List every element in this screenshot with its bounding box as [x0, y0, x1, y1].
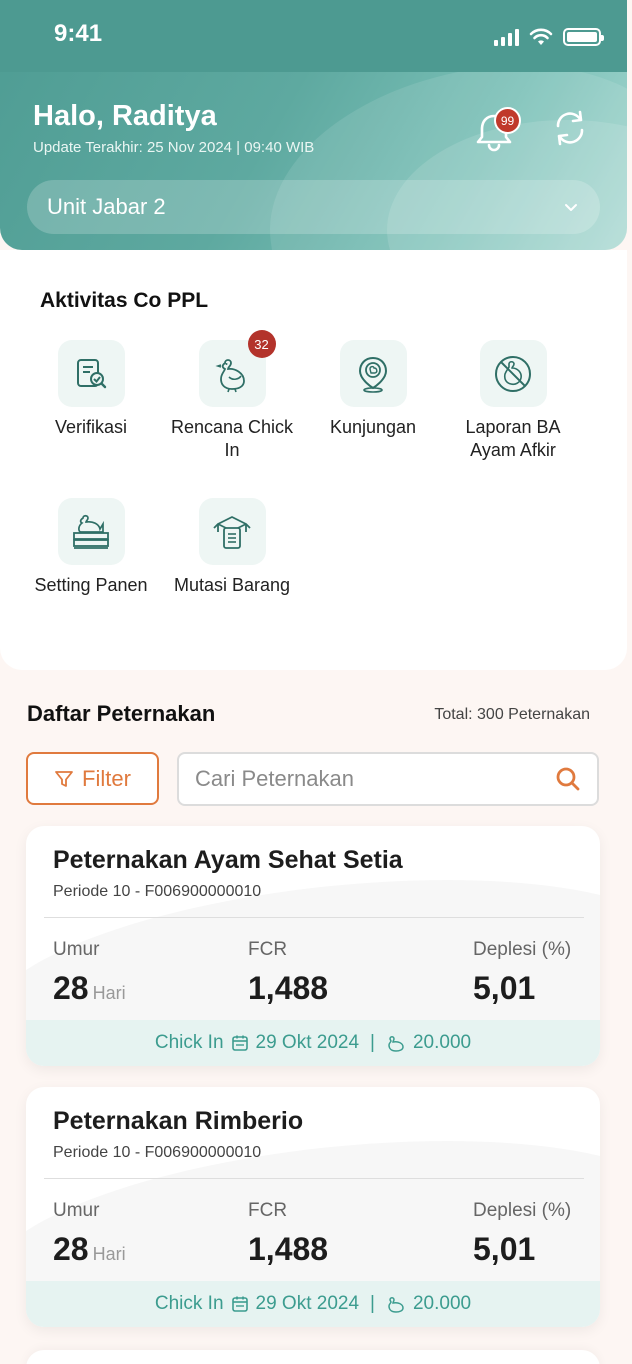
fcr-value: 1,488 — [248, 1231, 329, 1267]
search-icon[interactable] — [555, 766, 581, 792]
activity-item-setting-panen[interactable]: Setting Panen — [26, 498, 156, 597]
deplesi-value: 5,01 — [473, 970, 536, 1006]
chevron-down-icon — [565, 204, 577, 211]
activity-label: Verifikasi — [54, 417, 128, 437]
chick-in-date: 29 Okt 2024 — [255, 1032, 360, 1053]
activity-label: Rencana Chick In — [170, 417, 294, 460]
unit-dropdown[interactable]: Unit Jabar 2 — [27, 180, 600, 234]
status-time: 9:41 — [54, 20, 103, 47]
activity-card: Aktivitas Co PPL Verifikasi 32 Rencana C… — [0, 250, 627, 670]
activity-title: Aktivitas Co PPL — [40, 289, 209, 312]
fcr-label: FCR — [248, 939, 288, 960]
chick-in-date: 29 Okt 2024 — [255, 1293, 360, 1314]
population: 20.000 — [412, 1032, 472, 1053]
activity-item-mutasi-barang[interactable]: Mutasi Barang — [167, 498, 297, 597]
unit-dropdown-value: Unit Jabar 2 — [47, 194, 166, 219]
umur-number: 28 — [53, 1231, 89, 1267]
search-box[interactable] — [177, 752, 599, 806]
umur-unit: Hari — [92, 983, 126, 1003]
filter-label: Filter — [82, 765, 131, 791]
activity-badge: 32 — [247, 330, 276, 358]
notification-badge: 99 — [494, 107, 521, 134]
farm-card-partial[interactable] — [26, 1350, 600, 1364]
umur-number: 28 — [53, 970, 89, 1006]
chick-in-footer: Chick In 29 Okt 2024 | 20.000 — [26, 1281, 600, 1327]
farm-name: Peternakan Rimberio — [53, 1107, 304, 1135]
farm-name: Peternakan Ayam Sehat Setia — [53, 846, 403, 874]
refresh-button[interactable] — [550, 108, 590, 148]
activity-label: Laporan BA Ayam Afkir — [465, 417, 561, 460]
harvest-icon — [57, 498, 125, 565]
population: 20.000 — [412, 1293, 472, 1314]
search-input[interactable] — [195, 766, 555, 792]
activity-item-laporan-ba[interactable]: Laporan BA Ayam Afkir — [448, 340, 578, 462]
activity-item-kunjungan[interactable]: Kunjungan — [308, 340, 438, 439]
status-icons — [494, 28, 604, 46]
status-bar: 9:41 — [0, 0, 627, 72]
umur-label: Umur — [53, 1200, 100, 1221]
activity-item-rencana-chick-in[interactable]: 32 Rencana Chick In — [167, 330, 297, 462]
no-chicken-icon — [479, 340, 547, 407]
bird-icon — [388, 1036, 404, 1052]
chick-in-label: Chick In — [154, 1293, 224, 1314]
deplesi-label: Deplesi (%) — [473, 1200, 572, 1221]
fcr-label: FCR — [248, 1200, 288, 1221]
calendar-icon — [231, 1035, 248, 1051]
activity-label: Kunjungan — [329, 417, 417, 437]
activity-item-verifikasi[interactable]: Verifikasi — [26, 340, 156, 439]
farm-card[interactable]: Peternakan Ayam Sehat Setia Periode 10 -… — [26, 826, 600, 1066]
farm-period: Periode 10 - F006900000010 — [53, 883, 262, 900]
verification-icon — [57, 340, 125, 407]
deplesi-label: Deplesi (%) — [473, 939, 572, 960]
filter-button[interactable]: Filter — [26, 752, 159, 805]
location-pin-icon — [339, 340, 407, 407]
wifi-icon — [529, 28, 553, 45]
calendar-icon — [231, 1296, 248, 1312]
deplesi-value: 5,01 — [473, 1231, 536, 1267]
chick-icon: 32 — [198, 330, 276, 407]
separator: | — [370, 1293, 375, 1314]
umur-value: 28 Hari — [53, 970, 126, 1007]
bird-icon — [388, 1297, 404, 1313]
divider — [44, 1178, 584, 1179]
umur-unit: Hari — [92, 1244, 126, 1264]
separator: | — [370, 1032, 375, 1053]
umur-value: 28 Hari — [53, 1231, 126, 1268]
box-clipboard-icon — [198, 498, 266, 565]
farm-card[interactable]: Peternakan Rimberio Periode 10 - F006900… — [26, 1087, 600, 1327]
farm-list-title: Daftar Peternakan — [27, 701, 216, 726]
battery-icon — [563, 28, 604, 46]
greeting: Halo, Raditya — [33, 100, 217, 132]
farm-list-total: Total: 300 Peternakan — [434, 706, 590, 723]
chick-in-footer: Chick In 29 Okt 2024 | 20.000 — [26, 1020, 600, 1066]
activity-label: Setting Panen — [34, 575, 148, 595]
refresh-icon — [556, 110, 584, 146]
divider — [44, 917, 584, 918]
filter-icon — [55, 770, 73, 787]
chick-in-label: Chick In — [154, 1032, 224, 1053]
signal-icon — [494, 28, 519, 46]
farm-period: Periode 10 - F006900000010 — [53, 1144, 262, 1161]
fcr-value: 1,488 — [248, 970, 329, 1006]
umur-label: Umur — [53, 939, 100, 960]
last-update-text: Update Terakhir: 25 Nov 2024 | 09:40 WIB — [33, 139, 315, 156]
activity-label: Mutasi Barang — [173, 575, 291, 595]
